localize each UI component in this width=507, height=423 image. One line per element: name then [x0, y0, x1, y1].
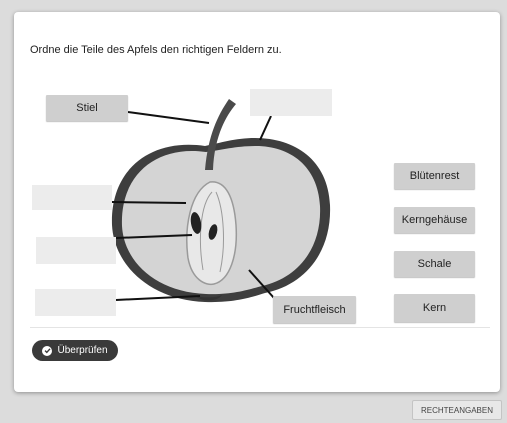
label-schale[interactable]: Schale [394, 251, 475, 277]
leader-stiel [127, 111, 210, 124]
check-button-label: Überprüfen [57, 345, 108, 356]
leader-left-slot-1 [111, 201, 187, 204]
drop-slot-left-3[interactable] [35, 289, 116, 316]
leader-top-slot [259, 115, 272, 141]
drop-slot-left-1[interactable] [32, 185, 112, 210]
label-fruchtfleisch[interactable]: Fruchtfleisch [273, 296, 356, 323]
check-circle-icon [42, 345, 53, 356]
label-kern[interactable]: Kern [394, 294, 475, 322]
drop-slot-left-2[interactable] [36, 237, 116, 264]
label-bluetenrest[interactable]: Blütenrest [394, 163, 475, 189]
divider [30, 327, 490, 328]
rights-button[interactable]: RECHTEANGABEN [412, 400, 502, 420]
label-stiel[interactable]: Stiel [46, 95, 128, 121]
check-button[interactable]: Überprüfen [32, 340, 118, 361]
label-kerngehaeuse[interactable]: Kerngehäuse [394, 207, 475, 233]
drop-slot-top[interactable] [250, 89, 332, 116]
